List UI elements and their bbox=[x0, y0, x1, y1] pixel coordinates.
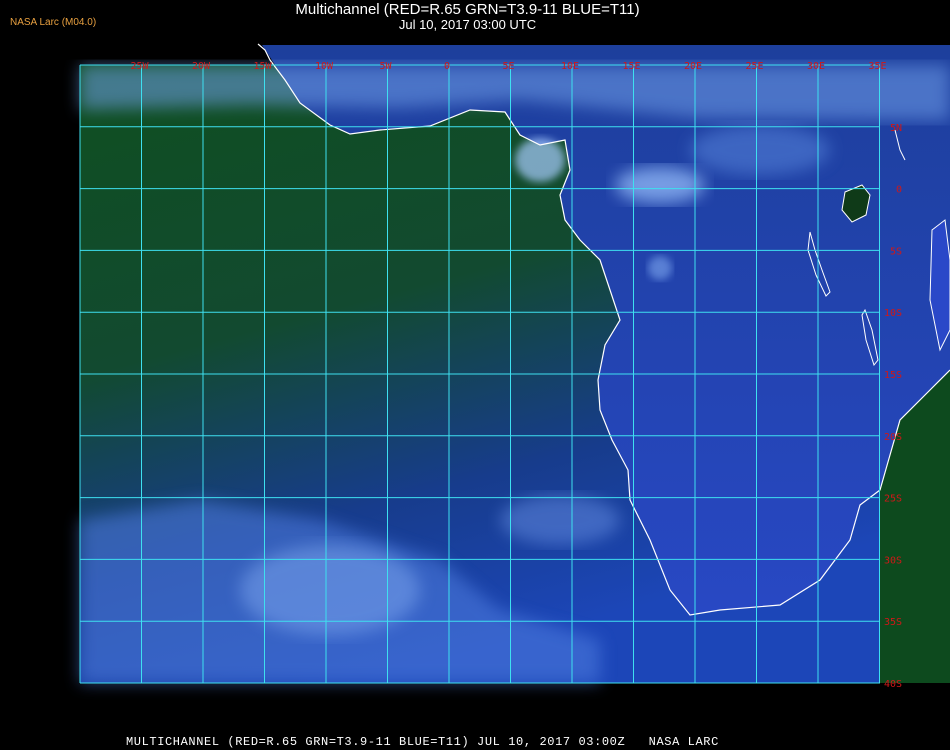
longitude-label: 35E bbox=[868, 61, 886, 72]
latitude-label: 10S bbox=[884, 308, 902, 319]
longitude-label: 5E bbox=[502, 61, 514, 72]
longitude-label: 25E bbox=[745, 61, 763, 72]
longitude-label: 20W bbox=[192, 61, 211, 72]
longitude-label: 15E bbox=[622, 61, 640, 72]
longitude-label: 10W bbox=[315, 61, 334, 72]
longitude-label: 5W bbox=[379, 61, 392, 72]
latitude-label: 30S bbox=[884, 555, 902, 566]
longitude-label: 10E bbox=[561, 61, 579, 72]
footer-caption: MULTICHANNEL (RED=R.65 GRN=T3.9-11 BLUE=… bbox=[126, 735, 719, 749]
cloud-cluster bbox=[690, 125, 830, 175]
latitude-label: 0 bbox=[896, 185, 902, 196]
latitude-label: 15S bbox=[884, 370, 902, 381]
longitude-label: 20E bbox=[684, 61, 702, 72]
latitude-label: 25S bbox=[884, 494, 902, 505]
cloud-patch bbox=[500, 495, 620, 545]
satellite-map: 25W 20W 15W 10W 5W 0 5E 10E 15E 20E 25E 30E 35E 5N 0 5… bbox=[79, 43, 950, 728]
latitude-label: 5S bbox=[890, 246, 902, 257]
longitude-label: 25W bbox=[130, 61, 149, 72]
latitude-label: 40S bbox=[884, 679, 902, 690]
latitude-label: 35S bbox=[884, 617, 902, 628]
longitude-label: 15W bbox=[253, 61, 272, 72]
latitude-label: 20S bbox=[884, 432, 902, 443]
longitude-label: 0 bbox=[444, 61, 450, 72]
longitude-label: 30E bbox=[807, 61, 825, 72]
latitude-label: 5N bbox=[890, 123, 902, 134]
cloud-cluster bbox=[648, 256, 672, 280]
cloud-cluster bbox=[615, 167, 705, 203]
